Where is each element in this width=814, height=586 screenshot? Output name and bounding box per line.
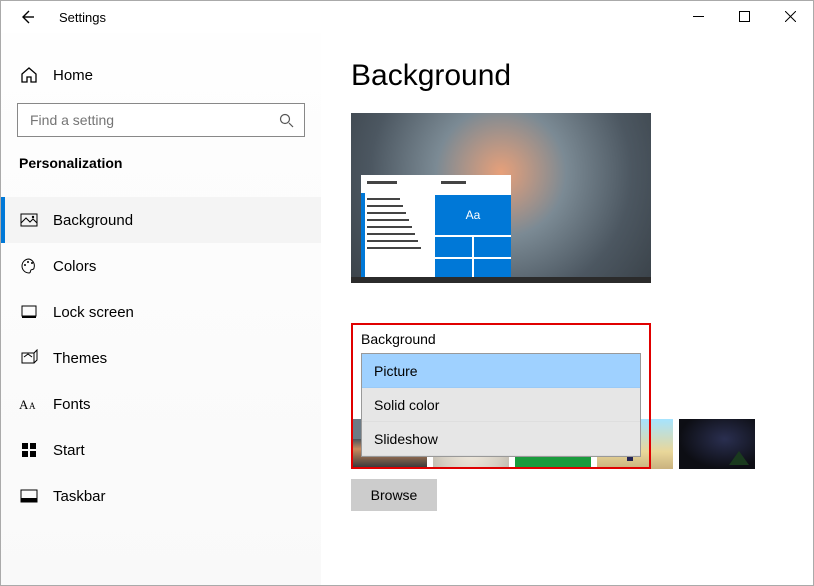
preview-window: Aa	[361, 175, 511, 283]
window-controls	[675, 1, 813, 31]
sidebar-item-label: Colors	[53, 258, 96, 275]
sidebar-item-colors[interactable]: Colors	[1, 243, 321, 289]
sidebar-item-background[interactable]: Background	[1, 197, 321, 243]
search-icon	[279, 113, 294, 128]
back-button[interactable]	[15, 5, 39, 29]
taskbar-icon	[19, 486, 39, 506]
sidebar-item-fonts[interactable]: AA Fonts	[1, 381, 321, 427]
close-button[interactable]	[767, 1, 813, 31]
minimize-button[interactable]	[675, 1, 721, 31]
sidebar-item-label: Background	[53, 212, 133, 229]
fonts-icon: AA	[19, 394, 39, 414]
sidebar: Home Personalization Background Colo	[1, 33, 321, 585]
dropdown-option-slideshow[interactable]: Slideshow	[362, 422, 640, 456]
dropdown-option-solid-color[interactable]: Solid color	[362, 388, 640, 422]
home-icon	[19, 65, 39, 85]
search-box[interactable]	[17, 103, 305, 137]
section-header: Personalization	[1, 155, 321, 171]
page-title: Background	[351, 59, 773, 93]
arrow-left-icon	[19, 9, 35, 25]
annotation-highlight: Background Picture Solid color Slideshow	[351, 323, 651, 469]
dropdown-label: Background	[361, 331, 641, 347]
close-icon	[785, 11, 796, 22]
sidebar-item-label: Themes	[53, 350, 107, 367]
window-body: Home Personalization Background Colo	[1, 33, 813, 585]
sidebar-item-taskbar[interactable]: Taskbar	[1, 473, 321, 519]
sidebar-item-lock-screen[interactable]: Lock screen	[1, 289, 321, 335]
picture-icon	[19, 210, 39, 230]
preview-sample-text: Aa	[435, 195, 511, 235]
sidebar-item-label: Taskbar	[53, 488, 106, 505]
background-dropdown[interactable]: Picture Solid color Slideshow	[361, 353, 641, 457]
sidebar-item-label: Fonts	[53, 396, 91, 413]
minimize-icon	[693, 11, 704, 22]
maximize-icon	[739, 11, 750, 22]
desktop-preview: Aa	[351, 113, 651, 283]
svg-text:A: A	[19, 397, 29, 412]
themes-icon	[19, 348, 39, 368]
maximize-button[interactable]	[721, 1, 767, 31]
sidebar-item-start[interactable]: Start	[1, 427, 321, 473]
browse-button[interactable]: Browse	[351, 479, 437, 511]
sidebar-item-label: Lock screen	[53, 304, 134, 321]
sidebar-item-themes[interactable]: Themes	[1, 335, 321, 381]
start-icon	[19, 440, 39, 460]
main-content: Background Aa Background Picture	[321, 33, 813, 585]
svg-text:A: A	[29, 401, 36, 411]
settings-window: Settings Home Per	[0, 0, 814, 586]
window-title: Settings	[59, 10, 106, 25]
picture-thumb[interactable]	[679, 419, 755, 469]
home-button[interactable]: Home	[1, 53, 321, 97]
lockscreen-icon	[19, 302, 39, 322]
dropdown-option-picture[interactable]: Picture	[362, 354, 640, 388]
home-label: Home	[53, 67, 93, 84]
search-input[interactable]	[28, 111, 279, 129]
sidebar-item-label: Start	[53, 442, 85, 459]
palette-icon	[19, 256, 39, 276]
